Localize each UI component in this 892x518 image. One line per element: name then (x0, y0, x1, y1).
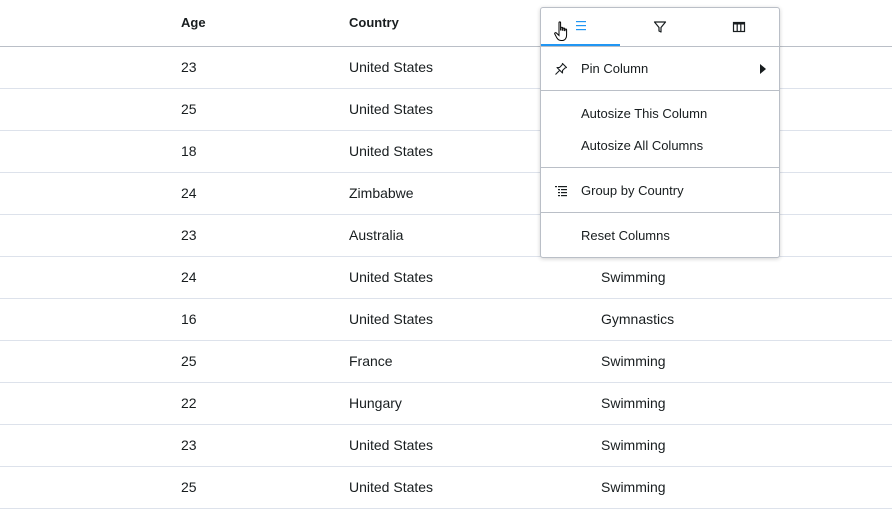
cell-country: United States (349, 101, 434, 117)
cell-country: United States (349, 143, 434, 159)
tab-columns[interactable] (699, 8, 779, 46)
table-row[interactable]: 16 United States Gymnastics (0, 299, 892, 341)
cell-country: Australia (349, 227, 404, 243)
cell-country: United States (349, 311, 434, 327)
table-row[interactable]: 25 France Swimming (0, 341, 892, 383)
menu-item-reset-columns[interactable]: Reset Columns (541, 221, 779, 251)
cell-sport: Gymnastics (601, 311, 675, 327)
cell-country: Hungary (349, 395, 402, 411)
cell-sport: Swimming (601, 269, 666, 285)
table-row[interactable]: 23 United States Swimming (0, 425, 892, 467)
cell-age: 23 (181, 227, 197, 243)
cell-age: 23 (181, 59, 197, 75)
autosize-this-label: Autosize This Column (581, 106, 708, 121)
cell-age: 25 (181, 479, 197, 495)
cell-age: 25 (181, 101, 197, 117)
tab-general[interactable] (541, 8, 620, 46)
pin-icon (555, 62, 568, 75)
cell-country: France (349, 353, 393, 369)
cell-age: 18 (181, 143, 197, 159)
filter-icon (653, 21, 666, 33)
menu-item-autosize-all[interactable]: Autosize All Columns (541, 131, 779, 161)
menu-icon (575, 21, 586, 31)
cell-age: 24 (181, 269, 197, 285)
cell-country: United States (349, 479, 434, 495)
columns-icon (732, 21, 746, 33)
cell-sport: Swimming (601, 353, 666, 369)
menu-item-group-by[interactable]: Group by Country (541, 176, 779, 206)
menu-item-pin-column[interactable]: Pin Column (541, 54, 779, 84)
submenu-arrow-icon (760, 64, 766, 74)
group-icon (555, 186, 567, 197)
menu-divider (541, 167, 779, 168)
cell-age: 25 (181, 353, 197, 369)
reset-columns-label: Reset Columns (581, 228, 670, 243)
cell-country: United States (349, 269, 434, 285)
table-row[interactable]: 24 United States Swimming (0, 257, 892, 299)
table-row[interactable]: 25 United States Swimming (0, 467, 892, 509)
menu-divider (541, 212, 779, 213)
pin-column-label: Pin Column (581, 61, 649, 76)
tab-filter[interactable] (620, 8, 699, 46)
column-menu: Pin Column Autosize This Column Autosize… (540, 7, 780, 258)
menu-divider (541, 90, 779, 91)
cell-country: United States (349, 437, 434, 453)
column-menu-tabs (541, 8, 779, 47)
cell-sport: Swimming (601, 395, 666, 411)
menu-item-autosize-this[interactable]: Autosize This Column (541, 99, 779, 129)
table-row[interactable]: 22 Hungary Swimming (0, 383, 892, 425)
cell-age: 23 (181, 437, 197, 453)
cell-sport: Swimming (601, 479, 666, 495)
cell-sport: Swimming (601, 437, 666, 453)
cell-country: Zimbabwe (349, 185, 414, 201)
header-country[interactable]: Country (349, 0, 399, 46)
cell-country: United States (349, 59, 434, 75)
cell-age: 22 (181, 395, 197, 411)
cell-age: 24 (181, 185, 197, 201)
group-by-label: Group by Country (581, 183, 684, 198)
cell-age: 16 (181, 311, 197, 327)
autosize-all-label: Autosize All Columns (581, 138, 704, 153)
header-age[interactable]: Age (181, 0, 206, 46)
